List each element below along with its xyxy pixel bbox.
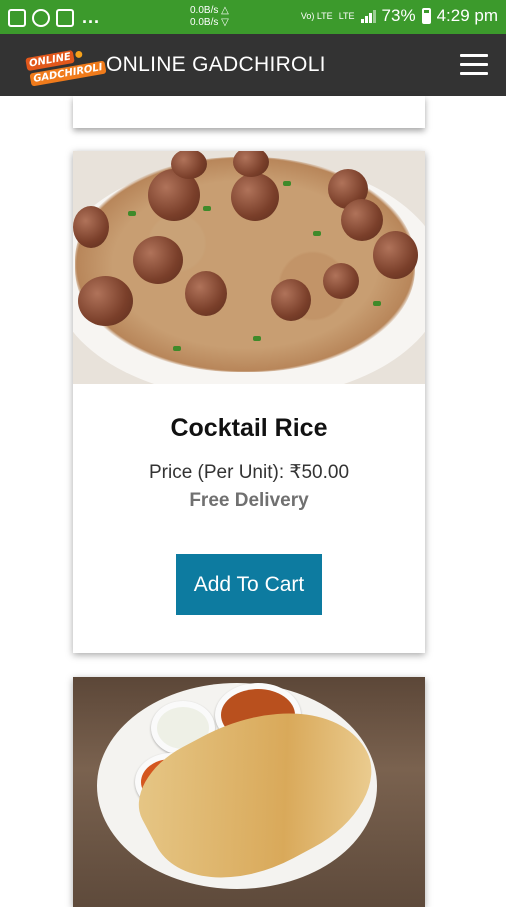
- battery-percentage: 73%: [381, 6, 416, 25]
- download-speed: 0.0B/s ▽: [190, 17, 229, 28]
- meatball: [341, 199, 383, 241]
- previous-product-card: [73, 96, 425, 128]
- battery-icon: [421, 8, 431, 24]
- lte-indicator: LTE: [338, 10, 355, 21]
- meatball: [73, 206, 109, 248]
- sync-notification-icon: [32, 8, 50, 27]
- meatball: [271, 279, 311, 321]
- herb: [373, 301, 381, 306]
- status-left: ...: [8, 7, 100, 28]
- herb: [313, 231, 321, 236]
- hamburger-menu-icon[interactable]: [460, 54, 488, 76]
- meatball: [323, 263, 359, 299]
- delivery-scooter-icon: ●: [74, 46, 84, 63]
- cocktail-rice-image: [73, 151, 425, 384]
- upload-speed: 0.0B/s △: [190, 5, 229, 16]
- product-card: [73, 677, 425, 907]
- herb: [173, 346, 181, 351]
- status-right: Vo) LTE LTE 73% 4:29 pm: [301, 6, 498, 26]
- signal-strength-icon: [360, 9, 376, 23]
- delivery-info: Free Delivery: [189, 490, 309, 511]
- app-title: ONLINE GADCHIROLI: [106, 53, 326, 76]
- meatball: [185, 271, 227, 316]
- herb: [128, 211, 136, 216]
- app-bar: ONLINE GADCHIROLI ● ONLINE GADCHIROLI: [0, 34, 506, 96]
- network-speed: 0.0B/s △ 0.0B/s ▽: [190, 5, 229, 29]
- meatball: [373, 231, 418, 279]
- app-logo[interactable]: ONLINE GADCHIROLI ●: [25, 46, 107, 87]
- wifi-notification-icon: [56, 8, 74, 27]
- product-details: Cocktail Rice Price (Per Unit): ₹50.00 F…: [73, 414, 425, 615]
- herb: [203, 206, 211, 211]
- herb: [283, 181, 291, 186]
- meatball: [231, 173, 279, 221]
- product-price: Price (Per Unit): ₹50.00: [148, 462, 350, 483]
- volte-indicator: Vo) LTE: [300, 10, 333, 21]
- product-name: Cocktail Rice: [170, 414, 328, 442]
- masala-dosa-image: [73, 677, 425, 907]
- herb: [253, 336, 261, 341]
- meatball: [133, 236, 183, 284]
- gallery-notification-icon: [8, 8, 26, 27]
- add-to-cart-button[interactable]: Add To Cart: [176, 554, 322, 615]
- clock: 4:29 pm: [436, 6, 498, 25]
- product-card: Cocktail Rice Price (Per Unit): ₹50.00 F…: [73, 151, 425, 653]
- more-notifications-indicator: ...: [82, 7, 101, 27]
- status-bar: ... 0.0B/s △ 0.0B/s ▽ Vo) LTE LTE 73% 4:…: [0, 0, 506, 34]
- meatball: [78, 276, 133, 326]
